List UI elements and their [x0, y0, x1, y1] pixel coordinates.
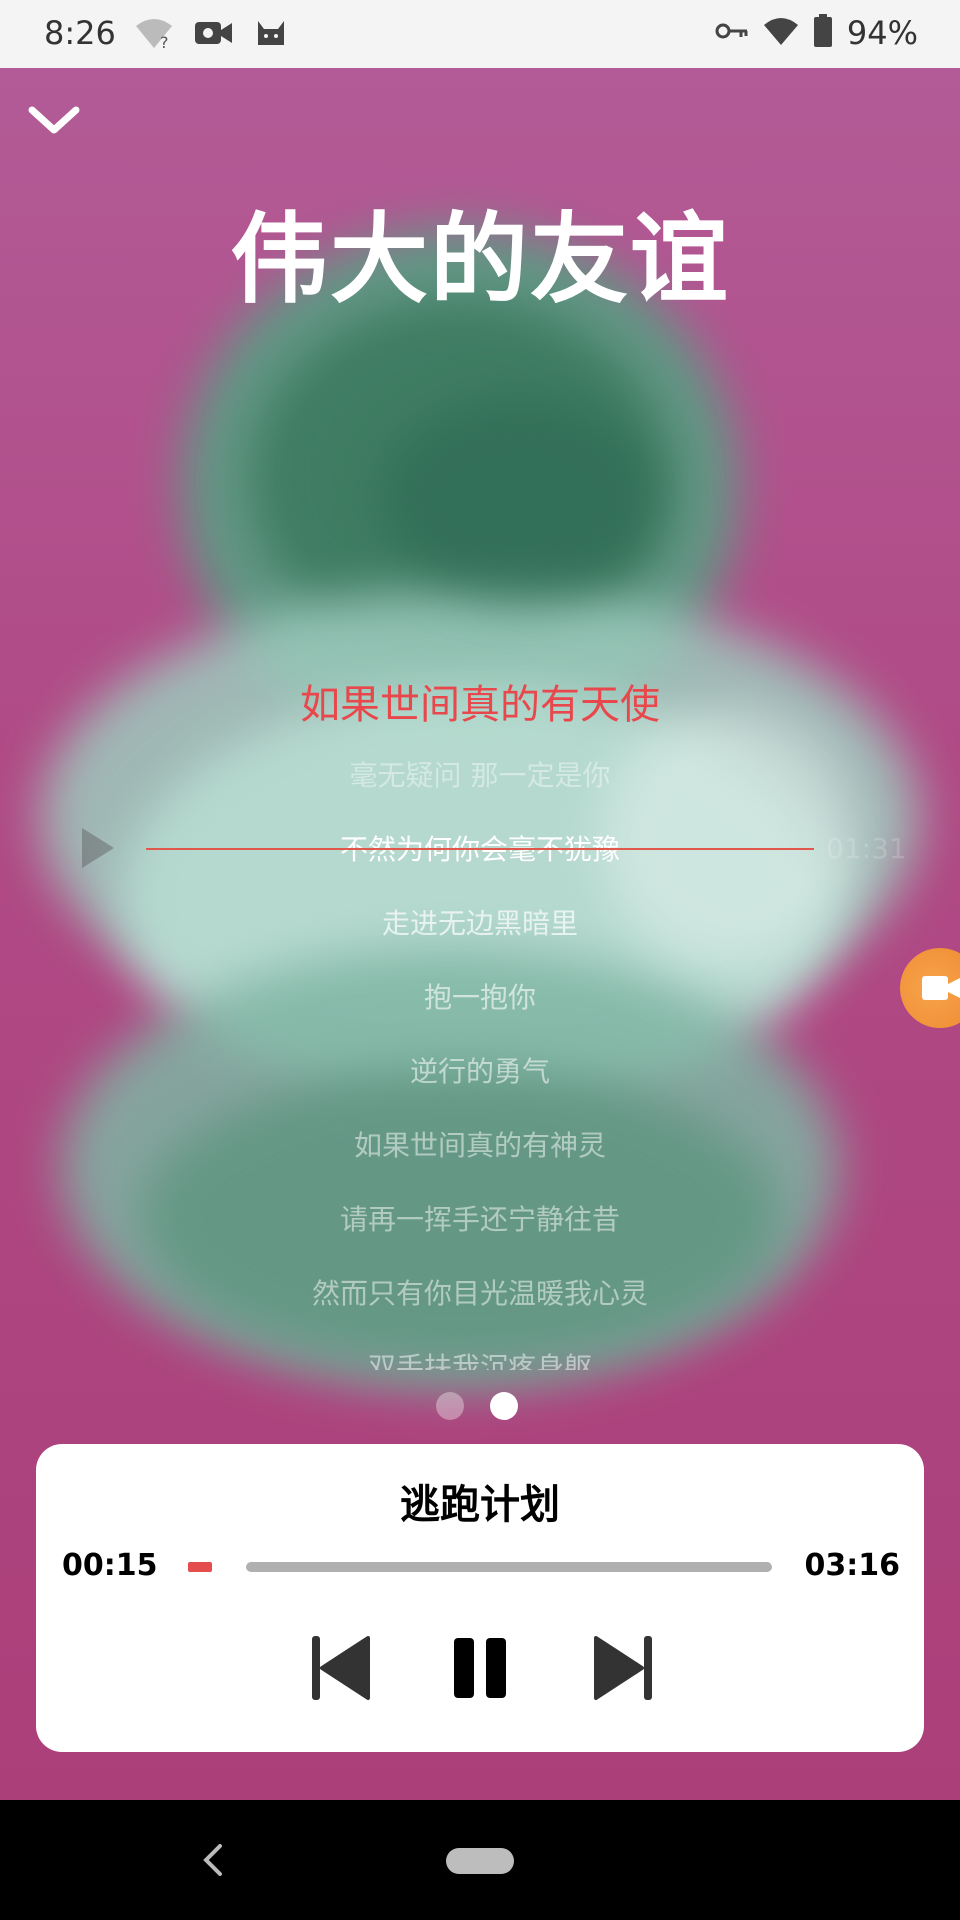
collapse-button[interactable]: [26, 92, 82, 148]
lyric-line: 毫无疑问 那一定是你: [349, 759, 611, 792]
nav-home-button[interactable]: [446, 1848, 514, 1874]
lyric-line: 逆行的勇气: [409, 1055, 550, 1088]
svg-text:?: ?: [160, 33, 169, 50]
floating-record-button[interactable]: [900, 948, 960, 1028]
video-camera-icon: [922, 976, 960, 1000]
cat-icon: [254, 17, 288, 53]
chevron-down-icon: [28, 106, 80, 134]
lyric-active-line: 如果世间真的有天使: [300, 682, 660, 728]
back-icon: [203, 1844, 222, 1876]
song-title: 伟大的友谊: [229, 203, 730, 317]
page-indicator: [436, 1392, 518, 1420]
pause-button[interactable]: [452, 1636, 508, 1704]
lyric-seek-line: [146, 848, 814, 850]
pause-icon: [454, 1638, 506, 1698]
play-icon: [82, 828, 114, 868]
wifi-question-icon: ?: [134, 16, 174, 54]
player-card: 逃跑计划 00:15 03:16: [36, 1444, 924, 1752]
page-dot[interactable]: [436, 1392, 464, 1420]
key-icon: [715, 21, 749, 45]
lyric-seek-time: 01:31: [826, 832, 907, 865]
nav-back-button[interactable]: [196, 1840, 226, 1884]
wifi-icon: [763, 16, 799, 50]
page-dot-active[interactable]: [490, 1392, 518, 1420]
previous-button[interactable]: [308, 1632, 372, 1708]
elapsed-time: 00:15: [62, 1548, 158, 1583]
video-camera-icon: [194, 18, 234, 52]
lyric-line: 请再一挥手还宁静往昔: [339, 1203, 620, 1236]
battery-percent: 94%: [846, 14, 918, 52]
track-name: 逃跑计划: [400, 1482, 560, 1528]
lyric-line: 抱一抱你: [423, 981, 536, 1014]
next-icon: [594, 1636, 652, 1700]
status-time: 8:26: [44, 14, 116, 52]
lyric-line: 如果世间真的有神灵: [353, 1129, 606, 1162]
progress-track[interactable]: [246, 1562, 772, 1572]
status-bar: 8:26 ? 94%: [0, 0, 960, 68]
battery-icon: [813, 14, 833, 52]
progress-played[interactable]: [188, 1562, 212, 1572]
next-button[interactable]: [592, 1632, 656, 1708]
previous-icon: [312, 1636, 370, 1700]
navigation-bar: [0, 1800, 960, 1920]
lyric-line: 然而只有你目光温暖我心灵: [311, 1277, 648, 1310]
lyric-line: 双手扶我沉疼身躯: [367, 1351, 592, 1370]
lyric-seek-play-button[interactable]: [80, 826, 116, 874]
duration-time: 03:16: [804, 1548, 901, 1583]
lyric-line: 走进无边黑暗里: [381, 907, 578, 940]
lyrics-panel[interactable]: 如果世间真的有天使 毫无疑问 那一定是你 不然为何你会毫不犹豫 走进无边黑暗里 …: [0, 660, 960, 1370]
